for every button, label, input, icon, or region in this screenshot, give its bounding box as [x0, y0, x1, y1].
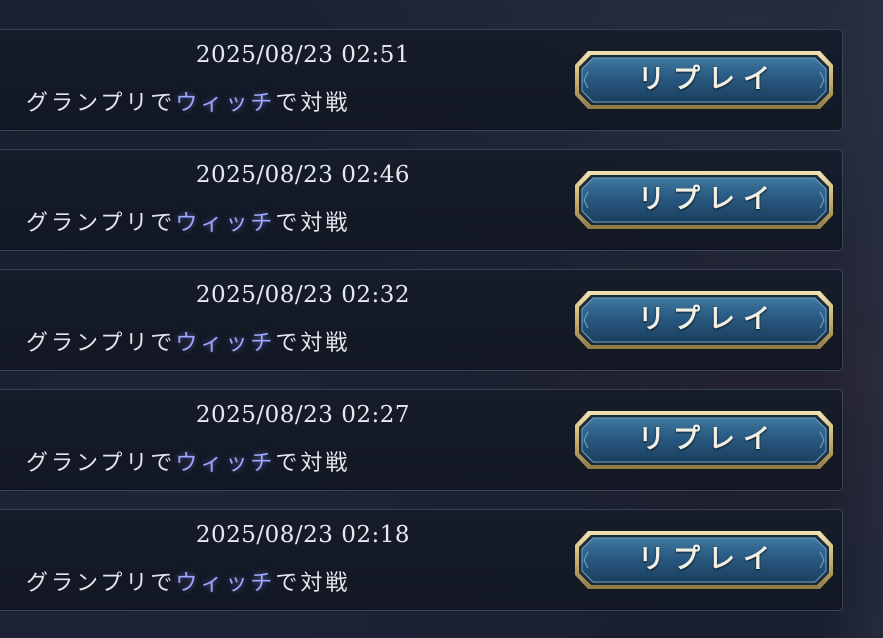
battle-datetime: 2025/08/23 02:46	[195, 162, 410, 188]
mode-text: グランプリで	[26, 451, 176, 476]
replay-button-label: リプレイ	[638, 184, 778, 215]
mode-text: グランプリで	[26, 571, 176, 596]
class-name: ウィッチ	[175, 451, 276, 476]
replay-button-label: リプレイ	[638, 424, 778, 455]
replay-button[interactable]: リプレイ	[574, 410, 834, 470]
replay-button[interactable]: リプレイ	[574, 530, 834, 590]
battle-history-row: 2025/08/23 02:32 グランプリでウィッチで対戦 リプレイ	[0, 269, 843, 371]
battle-description: グランプリでウィッチで対戦	[26, 565, 350, 597]
battle-suffix: で対戦	[275, 451, 351, 476]
replay-button-label: リプレイ	[638, 64, 778, 95]
battle-description: グランプリでウィッチで対戦	[26, 325, 350, 357]
replay-button[interactable]: リプレイ	[574, 50, 834, 110]
battle-datetime: 2025/08/23 02:18	[195, 522, 410, 548]
class-name: ウィッチ	[175, 211, 276, 236]
battle-history-row: 2025/08/23 02:51 グランプリでウィッチで対戦 リプレイ	[0, 29, 843, 131]
battle-history-row: 2025/08/23 02:27 グランプリでウィッチで対戦 リプレイ	[0, 389, 843, 491]
mode-text: グランプリで	[26, 91, 176, 116]
battle-suffix: で対戦	[275, 331, 351, 356]
battle-description: グランプリでウィッチで対戦	[26, 85, 350, 117]
battle-suffix: で対戦	[275, 211, 351, 236]
class-name: ウィッチ	[175, 571, 276, 596]
class-name: ウィッチ	[175, 91, 276, 116]
replay-button[interactable]: リプレイ	[574, 290, 834, 350]
replay-button-label: リプレイ	[638, 304, 778, 335]
battle-history-row: 2025/08/23 02:18 グランプリでウィッチで対戦 リプレイ	[0, 509, 843, 611]
mode-text: グランプリで	[26, 331, 176, 356]
class-name: ウィッチ	[175, 331, 276, 356]
battle-datetime: 2025/08/23 02:51	[195, 42, 410, 68]
battle-history-row: 2025/08/23 02:46 グランプリでウィッチで対戦 リプレイ	[0, 149, 843, 251]
battle-description: グランプリでウィッチで対戦	[26, 445, 350, 477]
battle-suffix: で対戦	[275, 91, 351, 116]
battle-suffix: で対戦	[275, 571, 351, 596]
battle-datetime: 2025/08/23 02:27	[195, 402, 410, 428]
replay-button-label: リプレイ	[638, 544, 778, 575]
battle-datetime: 2025/08/23 02:32	[195, 282, 410, 308]
battle-description: グランプリでウィッチで対戦	[26, 205, 350, 237]
replay-button[interactable]: リプレイ	[574, 170, 834, 230]
mode-text: グランプリで	[26, 211, 176, 236]
